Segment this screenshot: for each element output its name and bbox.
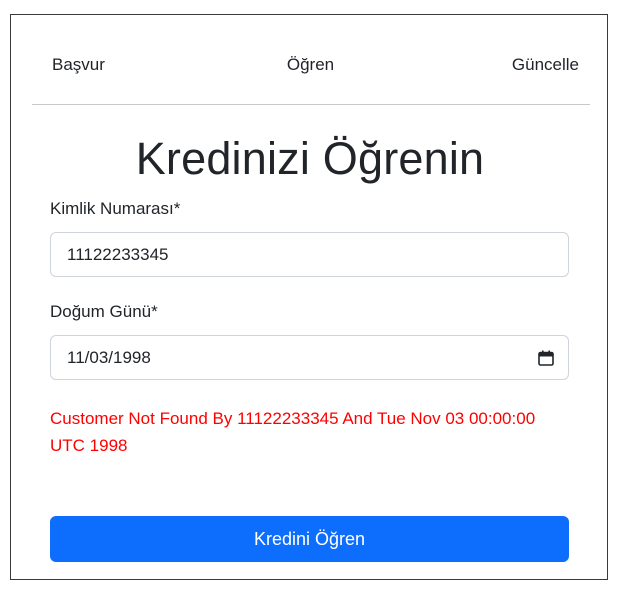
birth-date-label: Doğum Günü* [50, 302, 158, 321]
calendar-icon[interactable] [538, 350, 554, 366]
id-number-label: Kimlik Numarası* [50, 199, 181, 218]
app-frame: Başvur Öğren Güncelle Kredinizi Öğrenin … [10, 14, 608, 580]
id-number-input[interactable]: 11122233345 [50, 232, 569, 277]
nav-divider [32, 104, 590, 105]
birth-date-input[interactable]: 11/03/1998 [50, 335, 569, 380]
id-number-value: 11122233345 [67, 244, 169, 264]
top-nav: Başvur Öğren Güncelle [32, 53, 589, 83]
page-title: Kredinizi Öğrenin [135, 133, 485, 184]
error-message: Customer Not Found By 11122233345 And Tu… [50, 409, 536, 455]
birth-date-value: 11/03/1998 [67, 347, 151, 367]
nav-link-guncelle[interactable]: Güncelle [512, 55, 579, 75]
nav-link-ogren[interactable]: Öğren [32, 55, 589, 75]
submit-button[interactable]: Kredini Öğren [50, 516, 569, 562]
